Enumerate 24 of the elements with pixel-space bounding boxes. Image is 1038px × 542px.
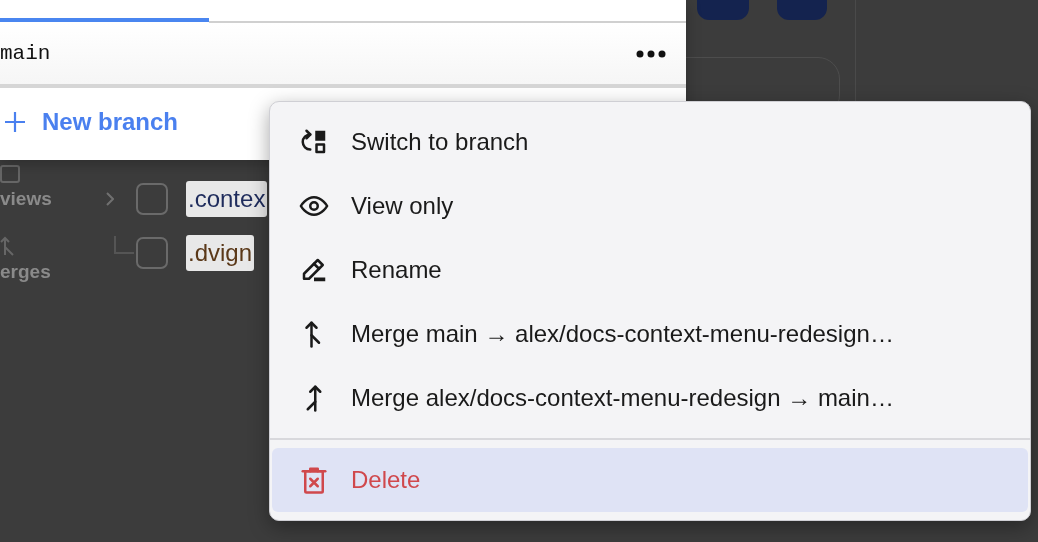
menu-item[interactable]: Rename — [272, 238, 1028, 302]
trash-icon — [299, 465, 329, 495]
menu-item-label: Merge main → alex/docs-context-menu-redesign… — [351, 319, 894, 349]
branch-name: main — [0, 41, 51, 68]
chevron-right-icon[interactable] — [106, 192, 114, 206]
merge-icon — [0, 236, 14, 256]
branch-row[interactable]: main — [0, 24, 686, 88]
review-icon — [0, 165, 20, 183]
tree-item[interactable]: .contex — [186, 181, 268, 217]
menu-item-label: Delete — [351, 465, 421, 495]
menu-item[interactable]: View only — [272, 174, 1028, 238]
plus-icon — [4, 111, 26, 133]
menu-item[interactable]: Switch to branch — [272, 110, 1028, 174]
menu-item-label: Switch to branch — [351, 127, 529, 157]
checkbox[interactable] — [136, 237, 168, 269]
menu-item-label: Rename — [351, 255, 442, 285]
menu-item[interactable]: Merge alex/docs-context-menu-redesign → main… — [272, 366, 1028, 430]
menu-item-label: View only — [351, 191, 454, 221]
tree-item[interactable]: .dvign — [186, 235, 255, 271]
new-branch-button[interactable]: New branch — [0, 88, 179, 156]
menu-item[interactable]: Merge main → alex/docs-context-menu-redesign… — [272, 302, 1028, 366]
menu-item-label: Merge alex/docs-context-menu-redesign → main… — [351, 383, 894, 413]
checkbox[interactable] — [136, 183, 168, 215]
more-icon[interactable] — [636, 50, 666, 58]
